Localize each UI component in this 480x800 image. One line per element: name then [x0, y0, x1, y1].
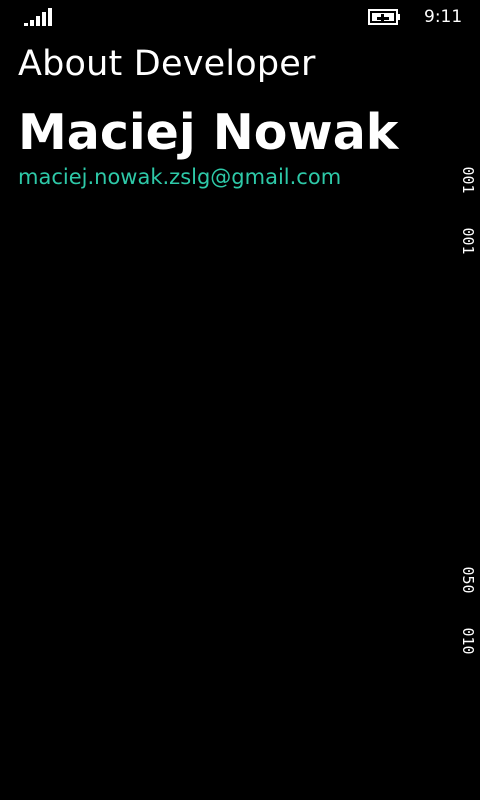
page-title: About Developer [18, 44, 316, 84]
developer-name: Maciej Nowak [18, 104, 399, 161]
signal-strength-icon [24, 8, 54, 26]
fill-rate-counter: 050 [459, 566, 477, 594]
developer-email-link[interactable]: maciej.nowak.zslg@gmail.com [18, 165, 341, 189]
status-bar: 9:11 [0, 0, 480, 34]
frame-rate-counter-render: 001 [459, 227, 477, 255]
clock: 9:11 [424, 7, 463, 27]
battery-charging-icon [368, 9, 400, 25]
texture-memory-counter: 010 [459, 627, 477, 655]
frame-rate-counter-ui: 001 [459, 166, 477, 194]
